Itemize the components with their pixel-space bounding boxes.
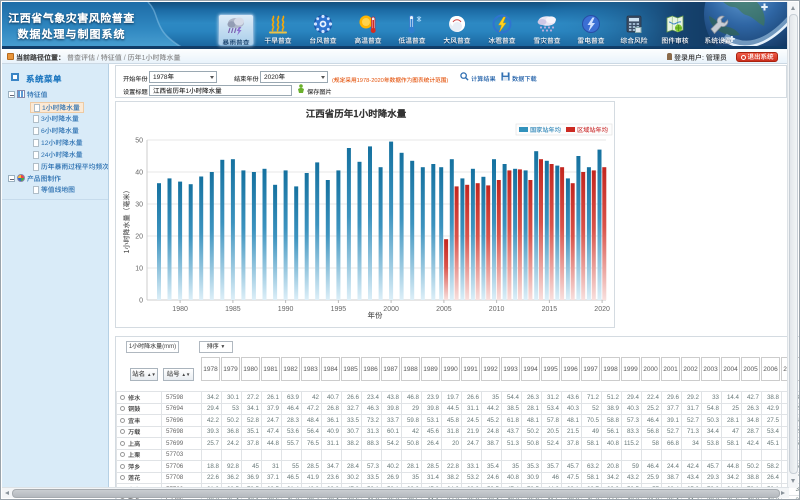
svg-text:40: 40: [135, 170, 143, 177]
svg-text:10: 10: [135, 266, 143, 273]
svg-text:2010: 2010: [489, 306, 505, 313]
svg-text:1995: 1995: [331, 306, 347, 313]
svg-text:2005: 2005: [436, 306, 452, 313]
svg-text:国家站年均: 国家站年均: [530, 125, 561, 134]
svg-text:江西省历年1小时降水量: 江西省历年1小时降水量: [306, 106, 407, 120]
svg-text:2000: 2000: [383, 306, 399, 313]
svg-text:30: 30: [135, 202, 143, 209]
svg-text:1980: 1980: [172, 306, 188, 313]
svg-text:2015: 2015: [542, 306, 558, 313]
svg-text:0: 0: [139, 298, 143, 305]
svg-text:区域站年均: 区域站年均: [577, 125, 608, 134]
svg-text:1990: 1990: [278, 306, 294, 313]
svg-text:年份: 年份: [368, 310, 383, 321]
svg-text:1985: 1985: [225, 306, 241, 313]
svg-text:20: 20: [135, 234, 143, 241]
svg-text:1小时降水量（毫米）: 1小时降水量（毫米）: [122, 187, 132, 254]
svg-text:2020: 2020: [594, 306, 610, 313]
svg-text:50: 50: [135, 138, 143, 145]
